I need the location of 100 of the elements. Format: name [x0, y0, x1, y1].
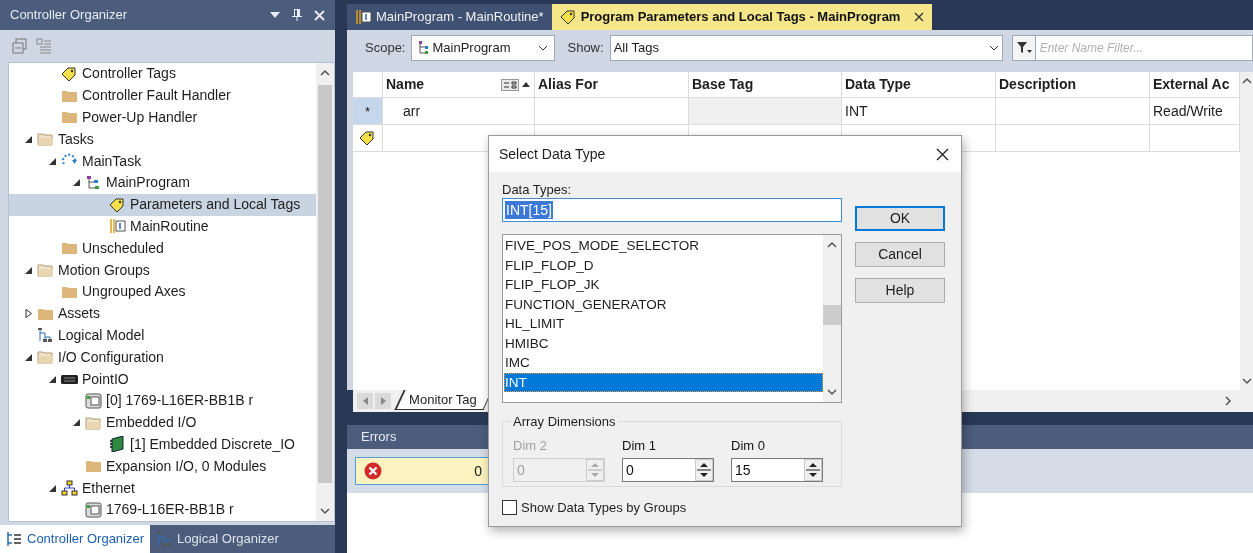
scroll-up-icon[interactable] [1241, 77, 1252, 85]
expanded-arrow-icon[interactable] [25, 134, 33, 144]
scroll-down-icon[interactable] [827, 388, 837, 396]
expanded-arrow-icon[interactable] [25, 265, 33, 275]
tree-item[interactable]: Tasks [9, 128, 317, 151]
pin-icon[interactable] [292, 9, 303, 21]
tree-item[interactable]: I/O Configuration [9, 346, 317, 369]
scroll-thumb[interactable] [318, 85, 333, 483]
close-icon[interactable] [936, 147, 949, 161]
field-label: Dim 2 [513, 437, 548, 455]
tree-item[interactable]: Power-Up Handler [9, 106, 317, 129]
expanded-arrow-icon[interactable] [73, 178, 81, 188]
tree-item[interactable]: Assets [9, 302, 317, 325]
panel-tab[interactable]: Logical Organizer [150, 525, 285, 553]
spin-arrows-icon[interactable] [804, 458, 822, 481]
field-label: Dim 0 [731, 437, 766, 455]
tree-item[interactable]: Parameters and Local Tags [9, 193, 317, 216]
chevron-down-icon [538, 45, 549, 51]
tree-item[interactable]: Unscheduled [9, 237, 317, 260]
tree-item[interactable]: Ungrouped Axes [9, 280, 317, 303]
scroll-down-icon[interactable] [1241, 377, 1252, 385]
dialog-button[interactable]: OK [855, 206, 945, 231]
sort-toggle-icon[interactable] [501, 78, 531, 91]
dialog-button[interactable]: Help [855, 278, 945, 303]
column-header[interactable]: Alias For [535, 72, 689, 97]
expanded-arrow-icon[interactable] [25, 352, 33, 362]
data-type-list[interactable]: FIVE_POS_MODE_SELECTOR FLIP_FLOP_D FLIP_FLOP_JK FUNCTION_GENERATOR HL_LIMIT HMIBC IMC INT [502, 234, 842, 403]
column-header[interactable]: Description [996, 72, 1150, 97]
number-spinner[interactable]: 0 [622, 457, 714, 482]
scroll-up-icon[interactable] [827, 241, 837, 249]
tree-item[interactable]: Embedded I/O [9, 411, 317, 434]
scrollbar[interactable] [823, 235, 841, 402]
scrollbar[interactable] [316, 63, 335, 521]
show-label: Show: [567, 39, 604, 58]
tree-item[interactable]: Controller Tags [9, 63, 317, 85]
collapsed-arrow-icon[interactable] [25, 309, 33, 319]
error-count: 0 [473, 461, 482, 481]
show-dropdown[interactable]: All Tags [609, 35, 1003, 61]
document-tab[interactable]: MainProgram - MainRoutine* [347, 4, 552, 30]
tree-item[interactable]: PointIO [9, 368, 317, 390]
list-item[interactable]: FUNCTION_GENERATOR [504, 294, 823, 314]
panel-title: Errors [361, 428, 397, 447]
checkbox-label[interactable]: Show Data Types by Groups [521, 498, 687, 518]
tree-item[interactable]: 1769-L16ER-BB1B r [9, 498, 317, 521]
module-icon [85, 392, 102, 409]
folder-icon [61, 240, 78, 257]
list-item[interactable]: HL_LIMIT [504, 314, 823, 334]
column-header[interactable]: Base Tag [689, 72, 842, 97]
scope-label: Scope: [365, 39, 406, 58]
folder-icon [85, 414, 102, 431]
dropdown-icon[interactable] [270, 12, 281, 18]
program-icon [85, 174, 102, 191]
column-header[interactable]: Name [386, 74, 501, 95]
close-icon[interactable] [914, 12, 925, 22]
list-item[interactable]: IMC [504, 353, 823, 373]
checkbox[interactable] [502, 500, 517, 516]
dialog-button[interactable]: Cancel [855, 242, 945, 267]
scroll-right-button[interactable] [375, 393, 391, 409]
scope-dropdown[interactable]: MainProgram [411, 35, 556, 61]
hierarchy-icon [37, 327, 54, 344]
scroll-thumb[interactable] [823, 305, 841, 325]
column-header[interactable]: Data Type [842, 72, 996, 97]
scrollbar[interactable] [1240, 72, 1253, 390]
list-item[interactable]: FLIP_FLOP_D [504, 255, 823, 275]
number-spinner[interactable]: 15 [731, 457, 823, 482]
expanded-arrow-icon[interactable] [49, 374, 57, 384]
routine-icon [355, 9, 372, 25]
data-type-field[interactable]: INT[15] [502, 198, 842, 222]
list-item[interactable]: HMIBC [504, 333, 823, 353]
name-filter-field[interactable]: Enter Name Filter... [1035, 35, 1253, 61]
scroll-up-icon[interactable] [320, 69, 331, 77]
tree-item[interactable]: Motion Groups [9, 259, 317, 281]
tree-item[interactable]: Logical Model [9, 324, 317, 347]
table-cell[interactable]: INT [842, 98, 996, 124]
list-item[interactable]: FLIP_FLOP_JK [504, 275, 823, 295]
folder-icon [61, 109, 78, 126]
tree-item[interactable]: [0] 1769-L16ER-BB1B r [9, 389, 317, 412]
error-icon [364, 462, 382, 480]
list-item[interactable]: FIVE_POS_MODE_SELECTOR [504, 236, 823, 256]
expanded-arrow-icon[interactable] [73, 418, 81, 428]
scroll-left-button[interactable] [357, 393, 373, 409]
spin-arrows-icon[interactable] [695, 458, 713, 481]
filter-button[interactable] [1011, 35, 1036, 61]
list-item[interactable]: INT [504, 372, 823, 392]
row-marker: * [364, 103, 371, 121]
expanded-arrow-icon[interactable] [49, 156, 57, 166]
expanded-arrow-icon[interactable] [49, 483, 57, 493]
tree-list-icon [6, 531, 23, 547]
panel-tab[interactable]: Controller Organizer [0, 525, 151, 553]
tree-item[interactable]: Controller Fault Handler [9, 84, 317, 107]
tree-item[interactable]: MainRoutine [9, 215, 317, 238]
scroll-right-icon[interactable] [1223, 396, 1233, 406]
document-tab[interactable]: Program Parameters and Local Tags - MainProgram [551, 4, 933, 30]
tree-item[interactable]: [1] Embedded Discrete_IO [9, 433, 317, 456]
table-cell[interactable]: arr [383, 98, 535, 124]
tree-item[interactable]: Expansion I/O, 0 Modules [9, 455, 317, 478]
tree-item[interactable]: Ethernet [9, 477, 317, 499]
tree-item[interactable]: MainProgram [9, 172, 317, 194]
scroll-down-icon[interactable] [320, 507, 331, 515]
tree-item[interactable]: MainTask [9, 150, 317, 172]
